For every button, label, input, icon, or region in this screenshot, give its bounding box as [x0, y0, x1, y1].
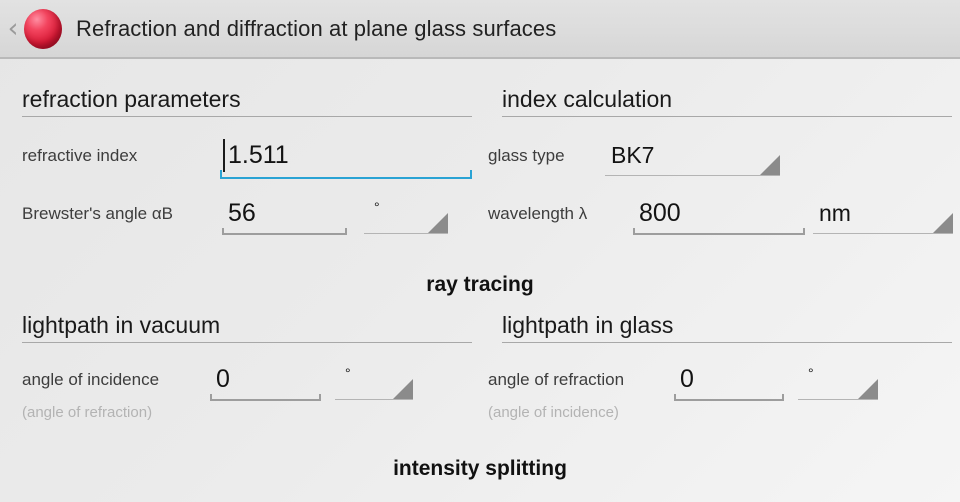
wavelength-value: 800: [639, 199, 681, 227]
glass-type-spinner[interactable]: BK7: [605, 136, 780, 180]
wavelength-unit-spinner[interactable]: nm: [813, 194, 953, 238]
input-underline: [674, 394, 784, 401]
hint-angle-of-incidence: (angle of refraction): [22, 404, 153, 421]
section-title: lightpath in vacuum: [22, 312, 221, 338]
label-wavelength: wavelength λ: [488, 204, 588, 223]
spinner-rule: [813, 233, 953, 234]
angle-of-refraction-value: 0: [680, 365, 694, 393]
text-caret: [223, 139, 225, 172]
row-refractive-index: refractive index 1.511: [22, 136, 472, 180]
label-brewsters-angle: Brewster's angle αB: [22, 204, 174, 223]
label-glass-type: glass type: [488, 146, 565, 165]
row-angle-of-refraction: angle of refraction 0 °: [488, 360, 878, 404]
label-angle-of-refraction: angle of refraction: [488, 370, 625, 389]
brewsters-angle-value: 56: [228, 199, 256, 227]
section-rule: [502, 342, 952, 343]
angle-of-refraction-input[interactable]: 0: [674, 360, 784, 404]
section-title: refraction parameters: [22, 86, 241, 112]
section-header-lightpath-glass: lightpath in glass: [502, 311, 952, 343]
row-glass-type: glass type BK7: [488, 136, 780, 180]
chevron-left-icon[interactable]: ‹: [2, 15, 24, 42]
angle-of-incidence-unit-spinner[interactable]: °: [335, 360, 413, 404]
hint-angle-of-refraction: (angle of incidence): [488, 404, 619, 421]
row-wavelength: wavelength λ 800 nm: [488, 194, 953, 238]
page-title: Refraction and diffraction at plane glas…: [76, 15, 557, 41]
glass-type-value: BK7: [611, 142, 655, 168]
refractive-index-input[interactable]: 1.511: [220, 136, 472, 180]
chevron-down-icon: [760, 155, 780, 175]
brewsters-angle-input[interactable]: 56: [222, 194, 347, 238]
input-underline-focused: [220, 170, 472, 179]
brewsters-angle-unit-spinner[interactable]: °: [364, 194, 448, 238]
row-angle-of-incidence: angle of incidence 0 °: [22, 360, 413, 404]
section-header-lightpath-vacuum: lightpath in vacuum: [22, 311, 472, 343]
title-bar: ‹ Refraction and diffraction at plane gl…: [0, 0, 960, 59]
chevron-down-icon: [858, 379, 878, 399]
section-rule: [502, 116, 952, 117]
spinner-rule: [605, 175, 780, 176]
spinner-rule: [335, 399, 413, 400]
spinner-rule: [798, 399, 878, 400]
row-brewsters-angle: Brewster's angle αB 56 °: [22, 194, 448, 238]
input-underline: [633, 228, 805, 235]
section-title: index calculation: [502, 86, 673, 112]
chevron-down-icon: [428, 213, 448, 233]
spinner-rule: [364, 233, 448, 234]
input-underline: [210, 394, 321, 401]
red-sphere-icon: [24, 8, 62, 49]
heading-intensity-splitting: intensity splitting: [393, 457, 567, 480]
wavelength-input[interactable]: 800: [633, 194, 805, 238]
section-header-index-calculation: index calculation: [502, 85, 952, 117]
angle-of-incidence-input[interactable]: 0: [210, 360, 321, 404]
angle-of-refraction-unit-spinner[interactable]: °: [798, 360, 878, 404]
refractive-index-value: 1.511: [228, 141, 289, 169]
section-title: lightpath in glass: [502, 312, 674, 338]
angle-of-incidence-value: 0: [216, 365, 230, 393]
input-underline: [222, 228, 347, 235]
section-rule: [22, 342, 472, 343]
label-refractive-index: refractive index: [22, 146, 138, 165]
chevron-down-icon: [393, 379, 413, 399]
chevron-down-icon: [933, 213, 953, 233]
content-area: refraction parameters refractive index 1…: [0, 59, 960, 502]
section-header-refraction-parameters: refraction parameters: [22, 85, 472, 117]
wavelength-unit-value: nm: [819, 200, 851, 226]
heading-ray-tracing: ray tracing: [426, 273, 534, 296]
section-rule: [22, 116, 472, 117]
label-angle-of-incidence: angle of incidence: [22, 370, 160, 389]
